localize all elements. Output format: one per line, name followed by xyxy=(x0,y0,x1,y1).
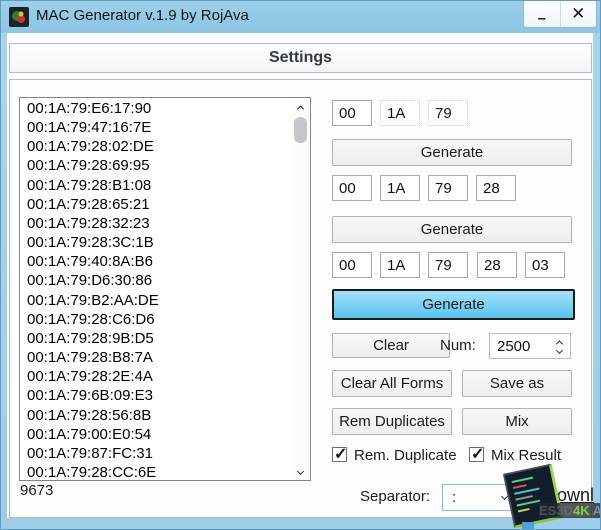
watermark-text-left: ES3D xyxy=(539,503,573,518)
generate-button-3-label: Generate xyxy=(422,296,485,313)
chevron-up-icon xyxy=(297,105,304,112)
generate-button-1-label: Generate xyxy=(421,144,484,161)
app-window: MAC Generator v.1.9 by RojAva – ✕ Settin… xyxy=(0,0,601,530)
octet-input-2-2[interactable] xyxy=(380,175,420,201)
list-item[interactable]: 00:1A:79:28:B1:08 xyxy=(20,176,292,195)
num-input[interactable] xyxy=(490,334,548,358)
list-item[interactable]: 00:1A:79:40:8A:B6 xyxy=(20,252,292,271)
clear-button-label: Clear xyxy=(373,337,409,354)
save-as-button[interactable]: Save as xyxy=(462,370,572,397)
clear-all-forms-label: Clear All Forms xyxy=(341,375,444,392)
scroll-down-button[interactable] xyxy=(292,463,309,479)
scroll-up-button[interactable] xyxy=(292,99,309,115)
rem-duplicates-label: Rem Duplicates xyxy=(339,413,445,430)
watermark-text-4k: 4K xyxy=(573,503,590,518)
caption-buttons: – ✕ xyxy=(523,1,597,28)
watermark-text-apps: APPS xyxy=(593,503,601,518)
list-item[interactable]: 00:1A:79:28:B8:7A xyxy=(20,348,292,367)
octet-input-3-3[interactable] xyxy=(428,252,468,278)
octet-input-2-1[interactable] xyxy=(332,175,372,201)
list-item[interactable]: 00:1A:79:28:9B:D5 xyxy=(20,329,292,348)
list-item[interactable]: 00:1A:79:E6:17:90 xyxy=(20,99,292,118)
close-icon: ✕ xyxy=(571,4,585,24)
octet-input-1-1[interactable] xyxy=(332,100,372,126)
list-item[interactable]: 00:1A:79:28:56:8B xyxy=(20,406,292,425)
watermark-text: ES3D4K APPS xyxy=(539,503,601,518)
list-item[interactable]: 00:1A:79:D6:30:86 xyxy=(20,271,292,290)
octet-input-3-2[interactable] xyxy=(380,252,420,278)
rem-duplicate-checkbox[interactable] xyxy=(332,447,347,462)
mix-result-checkbox-label: Mix Result xyxy=(491,447,561,464)
list-item[interactable]: 00:1A:79:28:02:DE xyxy=(20,137,292,156)
settings-button[interactable]: Settings xyxy=(9,43,592,73)
num-spinner xyxy=(489,333,571,359)
settings-label: Settings xyxy=(269,49,332,67)
octet-input-3-5[interactable] xyxy=(525,252,565,278)
chevron-down-icon xyxy=(297,467,304,474)
num-label: Num: xyxy=(440,337,476,354)
octet-input-3-1[interactable] xyxy=(332,252,372,278)
list-item[interactable]: 00:1A:79:47:16:7E xyxy=(20,118,292,137)
list-item[interactable]: 00:1A:79:28:65:21 xyxy=(20,195,292,214)
list-item[interactable]: 00:1A:79:28:32:23 xyxy=(20,214,292,233)
octet-input-1-2[interactable] xyxy=(380,100,420,126)
generate-button-3[interactable]: Generate xyxy=(332,289,575,320)
list-item[interactable]: 00:1A:79:B2:AA:DE xyxy=(20,291,292,310)
octet-input-1-3[interactable] xyxy=(428,100,468,126)
separator-label: Separator: xyxy=(360,488,430,505)
octet-input-3-4[interactable] xyxy=(477,252,517,278)
list-item[interactable]: 00:1A:79:28:CC:6E xyxy=(20,463,292,481)
list-item[interactable]: 00:1A:79:28:69:95 xyxy=(20,156,292,175)
rem-duplicate-checkbox-label: Rem. Duplicate xyxy=(354,447,457,464)
titlebar[interactable]: MAC Generator v.1.9 by RojAva – ✕ xyxy=(1,1,601,33)
list-item[interactable]: 00:1A:79:00:E0:54 xyxy=(20,425,292,444)
window-title: MAC Generator v.1.9 by RojAva xyxy=(36,7,249,24)
list-item[interactable]: 00:1A:79:28:C6:D6 xyxy=(20,310,292,329)
octet-input-2-3[interactable] xyxy=(428,175,468,201)
close-button[interactable]: ✕ xyxy=(560,1,597,27)
generate-button-1[interactable]: Generate xyxy=(332,139,572,166)
clear-all-forms-button[interactable]: Clear All Forms xyxy=(332,370,452,397)
scrollbar[interactable] xyxy=(292,99,309,479)
scrollbar-thumb[interactable] xyxy=(294,117,307,143)
list-item[interactable]: 00:1A:79:28:3C:1B xyxy=(20,233,292,252)
generate-button-2[interactable]: Generate xyxy=(332,216,572,243)
mac-listbox[interactable]: 00:1A:79:E6:17:9000:1A:79:47:16:7E00:1A:… xyxy=(19,97,311,481)
mac-list: 00:1A:79:E6:17:9000:1A:79:47:16:7E00:1A:… xyxy=(20,99,292,481)
spinner-arrows xyxy=(552,335,566,357)
mix-label: Mix xyxy=(505,413,528,430)
save-as-label: Save as xyxy=(490,375,544,392)
octet-input-2-4[interactable] xyxy=(476,175,516,201)
generate-button-2-label: Generate xyxy=(421,221,484,238)
list-item[interactable]: 00:1A:79:6B:09:E3 xyxy=(20,386,292,405)
rem-duplicates-button[interactable]: Rem Duplicates xyxy=(332,408,452,435)
mac-count: 9673 xyxy=(20,482,53,499)
list-item[interactable]: 00:1A:79:87:FC:31 xyxy=(20,444,292,463)
app-icon[interactable] xyxy=(9,7,29,27)
spin-down-icon[interactable] xyxy=(555,346,562,353)
mix-result-checkbox[interactable] xyxy=(469,447,484,462)
minimize-button[interactable]: – xyxy=(524,1,560,27)
main-panel: 00:1A:79:E6:17:9000:1A:79:47:16:7E00:1A:… xyxy=(9,79,592,518)
list-item[interactable]: 00:1A:79:28:2E:4A xyxy=(20,367,292,386)
separator-value: : xyxy=(452,489,456,506)
mix-button[interactable]: Mix xyxy=(462,408,572,435)
watermark-monitor-stand xyxy=(522,522,534,530)
minimize-icon: – xyxy=(538,10,546,27)
clear-button[interactable]: Clear xyxy=(332,333,450,358)
